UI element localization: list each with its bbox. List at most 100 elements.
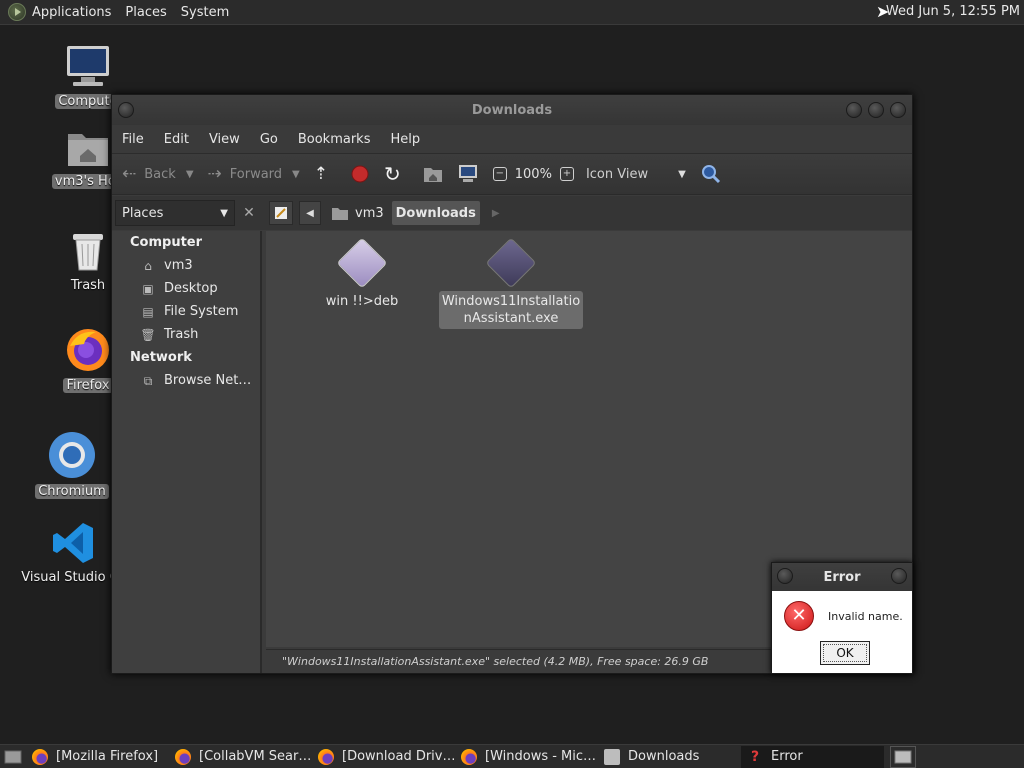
zoom-control: − 100% + [492,166,574,182]
zoom-out-icon[interactable]: − [492,167,507,181]
back-button[interactable]: ⇠ Back ▼ [122,163,194,184]
sidebar-item-label: Trash [164,327,199,342]
sidebar-heading-computer: Computer [130,235,203,250]
reload-button[interactable]: ↻ [384,164,409,184]
menu-file[interactable]: File [122,132,144,147]
dialog-message: Invalid name. [828,609,903,623]
folder-icon [604,748,620,765]
sidebar-item-desktop[interactable]: ▣ Desktop [112,277,260,300]
location-row: Places ▼ ✕ ◀ vm3 Downloads ▶ [112,196,912,230]
sidebar-item-trash[interactable]: 🗑 Trash [112,323,260,346]
dialog-title: Error [823,569,861,585]
gnome-foot-icon[interactable] [8,3,26,21]
view-mode-select[interactable]: Icon View ▼ [586,167,686,182]
up-arrow-icon: ⇡ [313,163,328,184]
taskbar-item-label: Error [771,749,803,764]
maximize-button[interactable] [868,102,884,118]
back-arrow-icon: ⇠ [122,163,137,184]
computer-icon [458,165,477,182]
back-history-dropdown-icon[interactable]: ▼ [186,169,194,180]
desktop-icon-chromium[interactable]: Chromium [24,430,120,499]
firefox-icon [175,748,191,765]
sidebar-pane-label: Places [122,205,164,221]
desktop-icon-vscode[interactable]: Visual Studio Co [21,520,127,585]
file-name-line: nAssistant.exe [463,311,559,326]
reload-icon: ↻ [384,162,401,186]
computer-button[interactable] [457,164,479,184]
menu-help[interactable]: Help [390,132,420,147]
top-panel: Applications Places System ➤ Wed Jun 5, … [0,0,1024,25]
forward-history-dropdown-icon[interactable]: ▼ [292,169,300,180]
ok-button[interactable]: OK [820,641,870,665]
window-toolbar: ⇠ Back ▼ ⇢ Forward ▼ ⇡ ↻ − 100% + Icon V… [112,153,912,195]
zoom-in-icon[interactable]: + [559,167,574,181]
close-sidebar-icon[interactable]: ✕ [238,202,260,224]
search-button[interactable] [700,163,722,185]
file-item-selected[interactable]: Windows11Installatio nAssistant.exe [438,237,584,329]
breadcrumb-right-icon[interactable]: ▶ [492,208,500,219]
taskbar-item-windows[interactable]: [Windows - Mic… [455,746,598,768]
taskbar-item-error[interactable]: ? Error [741,745,884,768]
home-button[interactable] [423,165,443,183]
sidebar-item-file-system[interactable]: ▤ File System [112,300,260,323]
close-button[interactable] [890,102,906,118]
drive-icon: ▤ [142,304,154,319]
breadcrumb-item-vm3[interactable]: vm3 [327,201,388,225]
home-folder-icon [332,208,348,220]
firefox-icon [461,748,477,765]
zoom-level: 100% [514,166,552,182]
taskbar-item-download-drivers[interactable]: [Download Driv… [312,746,455,768]
up-button[interactable]: ⇡ [313,163,336,184]
show-desktop-button[interactable] [0,746,26,768]
breadcrumb-item-downloads[interactable]: Downloads [391,201,480,225]
menu-view[interactable]: View [209,132,240,147]
error-icon: ✕ [784,601,814,631]
applications-menu[interactable]: Applications [32,5,111,20]
show-desktop-icon [4,750,22,763]
taskbar-item-downloads[interactable]: Downloads [598,746,741,768]
sidebar-item-label: Desktop [164,281,218,296]
breadcrumb: ◀ vm3 Downloads ▶ [269,200,500,226]
chromium-icon [49,432,95,478]
firefox-icon [32,748,48,765]
system-menu[interactable]: System [181,5,229,20]
dialog-titlebar[interactable]: Error [772,563,912,591]
dialog-menu-button[interactable] [777,568,793,584]
toggle-location-entry-button[interactable] [269,201,293,225]
sidebar-item-browse-network[interactable]: ⧉ Browse Net… [112,369,260,392]
taskbar-item-collabvm[interactable]: [CollabVM Sear… [169,746,312,768]
window-title: Downloads [471,102,553,118]
menu-go[interactable]: Go [260,132,278,147]
window-menu-button[interactable] [118,102,134,118]
menu-bookmarks[interactable]: Bookmarks [298,132,371,147]
home-folder-icon: ⌂ [144,258,152,273]
home-folder-icon [423,168,442,182]
taskbar-item-label: [Mozilla Firefox] [56,749,159,764]
taskbar-item-label: [Windows - Mic… [485,749,597,764]
sidebar-item-vm3[interactable]: ⌂ vm3 [112,254,260,277]
clock[interactable]: Wed Jun 5, 12:55 PM [886,4,1020,19]
menu-edit[interactable]: Edit [164,132,189,147]
taskbar-item-firefox[interactable]: [Mozilla Firefox] [26,746,169,768]
trash-icon: 🗑 [140,327,156,342]
desktop-folder-icon: ▣ [142,281,154,296]
chevron-down-icon: ▼ [678,168,686,180]
dialog-close-button[interactable] [891,568,907,584]
minimize-button[interactable] [846,102,862,118]
taskbar-item-label: Downloads [628,749,700,764]
forward-button[interactable]: ⇢ Forward ▼ [208,165,300,183]
sidebar-pane-select[interactable]: Places ▼ [115,200,235,226]
firefox-icon [318,748,334,765]
stop-button[interactable] [350,164,370,184]
taskbar-item-label: [CollabVM Sear… [199,749,312,764]
taskbar: [Mozilla Firefox] [CollabVM Sear… [Downl… [0,744,1024,768]
breadcrumb-left-button[interactable]: ◀ [299,201,321,225]
dialog-body: ✕ Invalid name. [772,591,912,631]
workspace-switcher[interactable] [890,745,916,768]
question-icon: ? [750,748,760,765]
window-menubar: File Edit View Go Bookmarks Help [112,125,912,153]
places-menu[interactable]: Places [125,5,166,20]
stop-icon [351,165,369,183]
window-titlebar[interactable]: Downloads [112,95,912,125]
file-item[interactable]: win !!>deb [294,237,430,312]
